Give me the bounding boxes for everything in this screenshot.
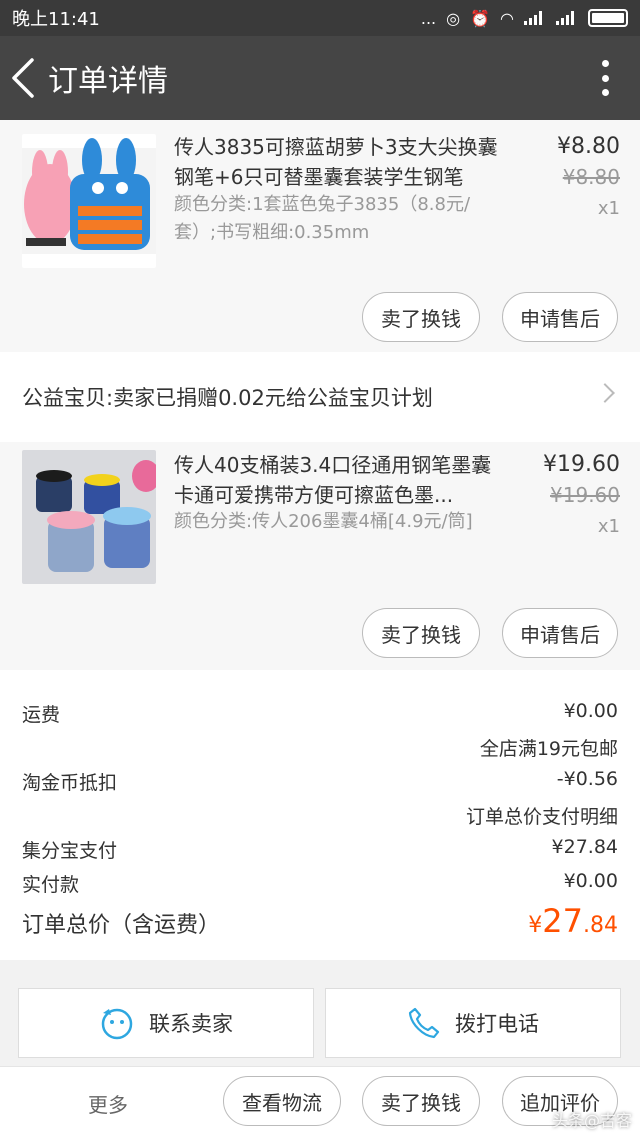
- shipping-note: 全店满19元包邮: [479, 738, 618, 760]
- product-sku: 颜色分类:传人206墨囊4桶[4.9元/筒]: [174, 511, 473, 532]
- product-image[interactable]: [22, 450, 156, 584]
- call-phone-button[interactable]: 拨打电话: [325, 988, 621, 1058]
- phone-icon: [408, 1007, 440, 1039]
- total-value: ¥27.84: [528, 902, 618, 940]
- product-price: ¥19.60: [543, 452, 620, 477]
- charity-row[interactable]: 公益宝贝:卖家已捐赠0.02元给公益宝贝计划: [0, 352, 640, 442]
- battery-icon: [588, 9, 628, 27]
- jifen-row: 集分宝支付 ¥27.84: [22, 836, 618, 863]
- view-logistics-button[interactable]: 查看物流: [223, 1076, 341, 1126]
- sell-button[interactable]: 卖了换钱: [362, 292, 480, 342]
- jifen-label: 集分宝支付: [22, 840, 118, 862]
- total-currency: ¥: [528, 913, 543, 938]
- page-title: 订单详情: [48, 64, 168, 99]
- call-phone-label: 拨打电话: [455, 1012, 539, 1036]
- bottom-action-bar: 更多 查看物流 卖了换钱 追加评价 头条@吉客: [0, 1066, 640, 1137]
- contact-seller-button[interactable]: 联系卖家: [18, 988, 314, 1058]
- chevron-left-icon: [12, 58, 34, 98]
- signal-icon: [524, 11, 546, 25]
- shipping-label: 运费: [22, 704, 61, 726]
- after-sale-button[interactable]: 申请售后: [502, 608, 618, 658]
- chat-bubble-icon: [101, 1008, 133, 1040]
- actual-paid-value: ¥0.00: [563, 870, 618, 892]
- total-label: 订单总价（含运费）: [22, 913, 221, 938]
- product-price: ¥8.80: [557, 134, 620, 159]
- product-quantity: x1: [597, 198, 620, 219]
- coin-value: -¥0.56: [556, 768, 618, 790]
- wifi-icon: ◠: [500, 8, 514, 28]
- total-integer: 27: [542, 902, 583, 940]
- back-button[interactable]: [10, 36, 46, 120]
- product-sku: 颜色分类:1套蓝色兔子3835（8.8元/套）;书写粗细:0.35mm: [174, 194, 471, 243]
- sell-button[interactable]: 卖了换钱: [362, 1076, 480, 1126]
- after-sale-button[interactable]: 申请售后: [502, 292, 618, 342]
- product-photo-pens: [22, 134, 156, 268]
- total-decimal: .84: [583, 913, 618, 938]
- chevron-right-icon: [595, 383, 615, 403]
- product-image[interactable]: [22, 134, 156, 268]
- more-menu-button[interactable]: [602, 60, 610, 96]
- dot-icon: [602, 74, 609, 82]
- status-bar: 晚上11:41 ... ◎ ⏰ ◠: [0, 0, 640, 36]
- status-dots: ...: [420, 8, 437, 28]
- alarm-icon: ⏰: [470, 8, 491, 28]
- actual-paid-label: 实付款: [22, 874, 80, 896]
- total-row: 订单总价（含运费） ¥27.84: [22, 902, 618, 940]
- product-original-price: ¥8.80: [562, 165, 620, 189]
- dot-icon: [602, 89, 609, 96]
- payment-detail-note: 订单总价支付明细: [465, 806, 618, 828]
- contact-area: 联系卖家 拨打电话: [0, 975, 640, 1065]
- coin-row: 淘金币抵扣 -¥0.56: [22, 768, 618, 795]
- product-original-price: ¥19.60: [550, 483, 620, 507]
- product-photo-ink-jars: [22, 450, 156, 584]
- product-quantity: x1: [597, 516, 620, 537]
- actual-paid-row: 实付款 ¥0.00: [22, 870, 618, 897]
- shipping-value: ¥0.00: [563, 700, 618, 722]
- product-title[interactable]: 传人3835可擦蓝胡萝卜3支大尖换囊钢笔+6只可替墨囊套装学生钢笔: [174, 132, 504, 192]
- coin-label: 淘金币抵扣: [22, 772, 118, 794]
- charity-text: 公益宝贝:卖家已捐赠0.02元给公益宝贝计划: [22, 386, 433, 410]
- status-time: 晚上11:41: [12, 9, 100, 30]
- dot-icon: [602, 60, 609, 67]
- order-item[interactable]: 传人40支桶装3.4口径通用钢笔墨囊卡通可爱携带方便可擦蓝色墨... 颜色分类:…: [0, 442, 640, 670]
- nav-bar: 订单详情: [0, 36, 640, 120]
- more-link[interactable]: 更多: [88, 1089, 128, 1118]
- sell-button[interactable]: 卖了换钱: [362, 608, 480, 658]
- shipping-row: 运费 ¥0.00: [22, 700, 618, 727]
- order-summary: 运费 ¥0.00 全店满19元包邮 淘金币抵扣 -¥0.56 订单总价支付明细 …: [0, 670, 640, 960]
- product-title[interactable]: 传人40支桶装3.4口径通用钢笔墨囊卡通可爱携带方便可擦蓝色墨...: [174, 450, 504, 510]
- signal-icon-2: [556, 11, 578, 25]
- watermark: 头条@吉客: [551, 1111, 632, 1130]
- status-icons: ... ◎ ⏰ ◠: [421, 9, 628, 28]
- order-item[interactable]: 传人3835可擦蓝胡萝卜3支大尖换囊钢笔+6只可替墨囊套装学生钢笔 颜色分类:1…: [0, 120, 640, 352]
- contact-seller-label: 联系卖家: [149, 1012, 233, 1036]
- sync-icon: ◎: [446, 8, 461, 28]
- jifen-value: ¥27.84: [551, 836, 618, 858]
